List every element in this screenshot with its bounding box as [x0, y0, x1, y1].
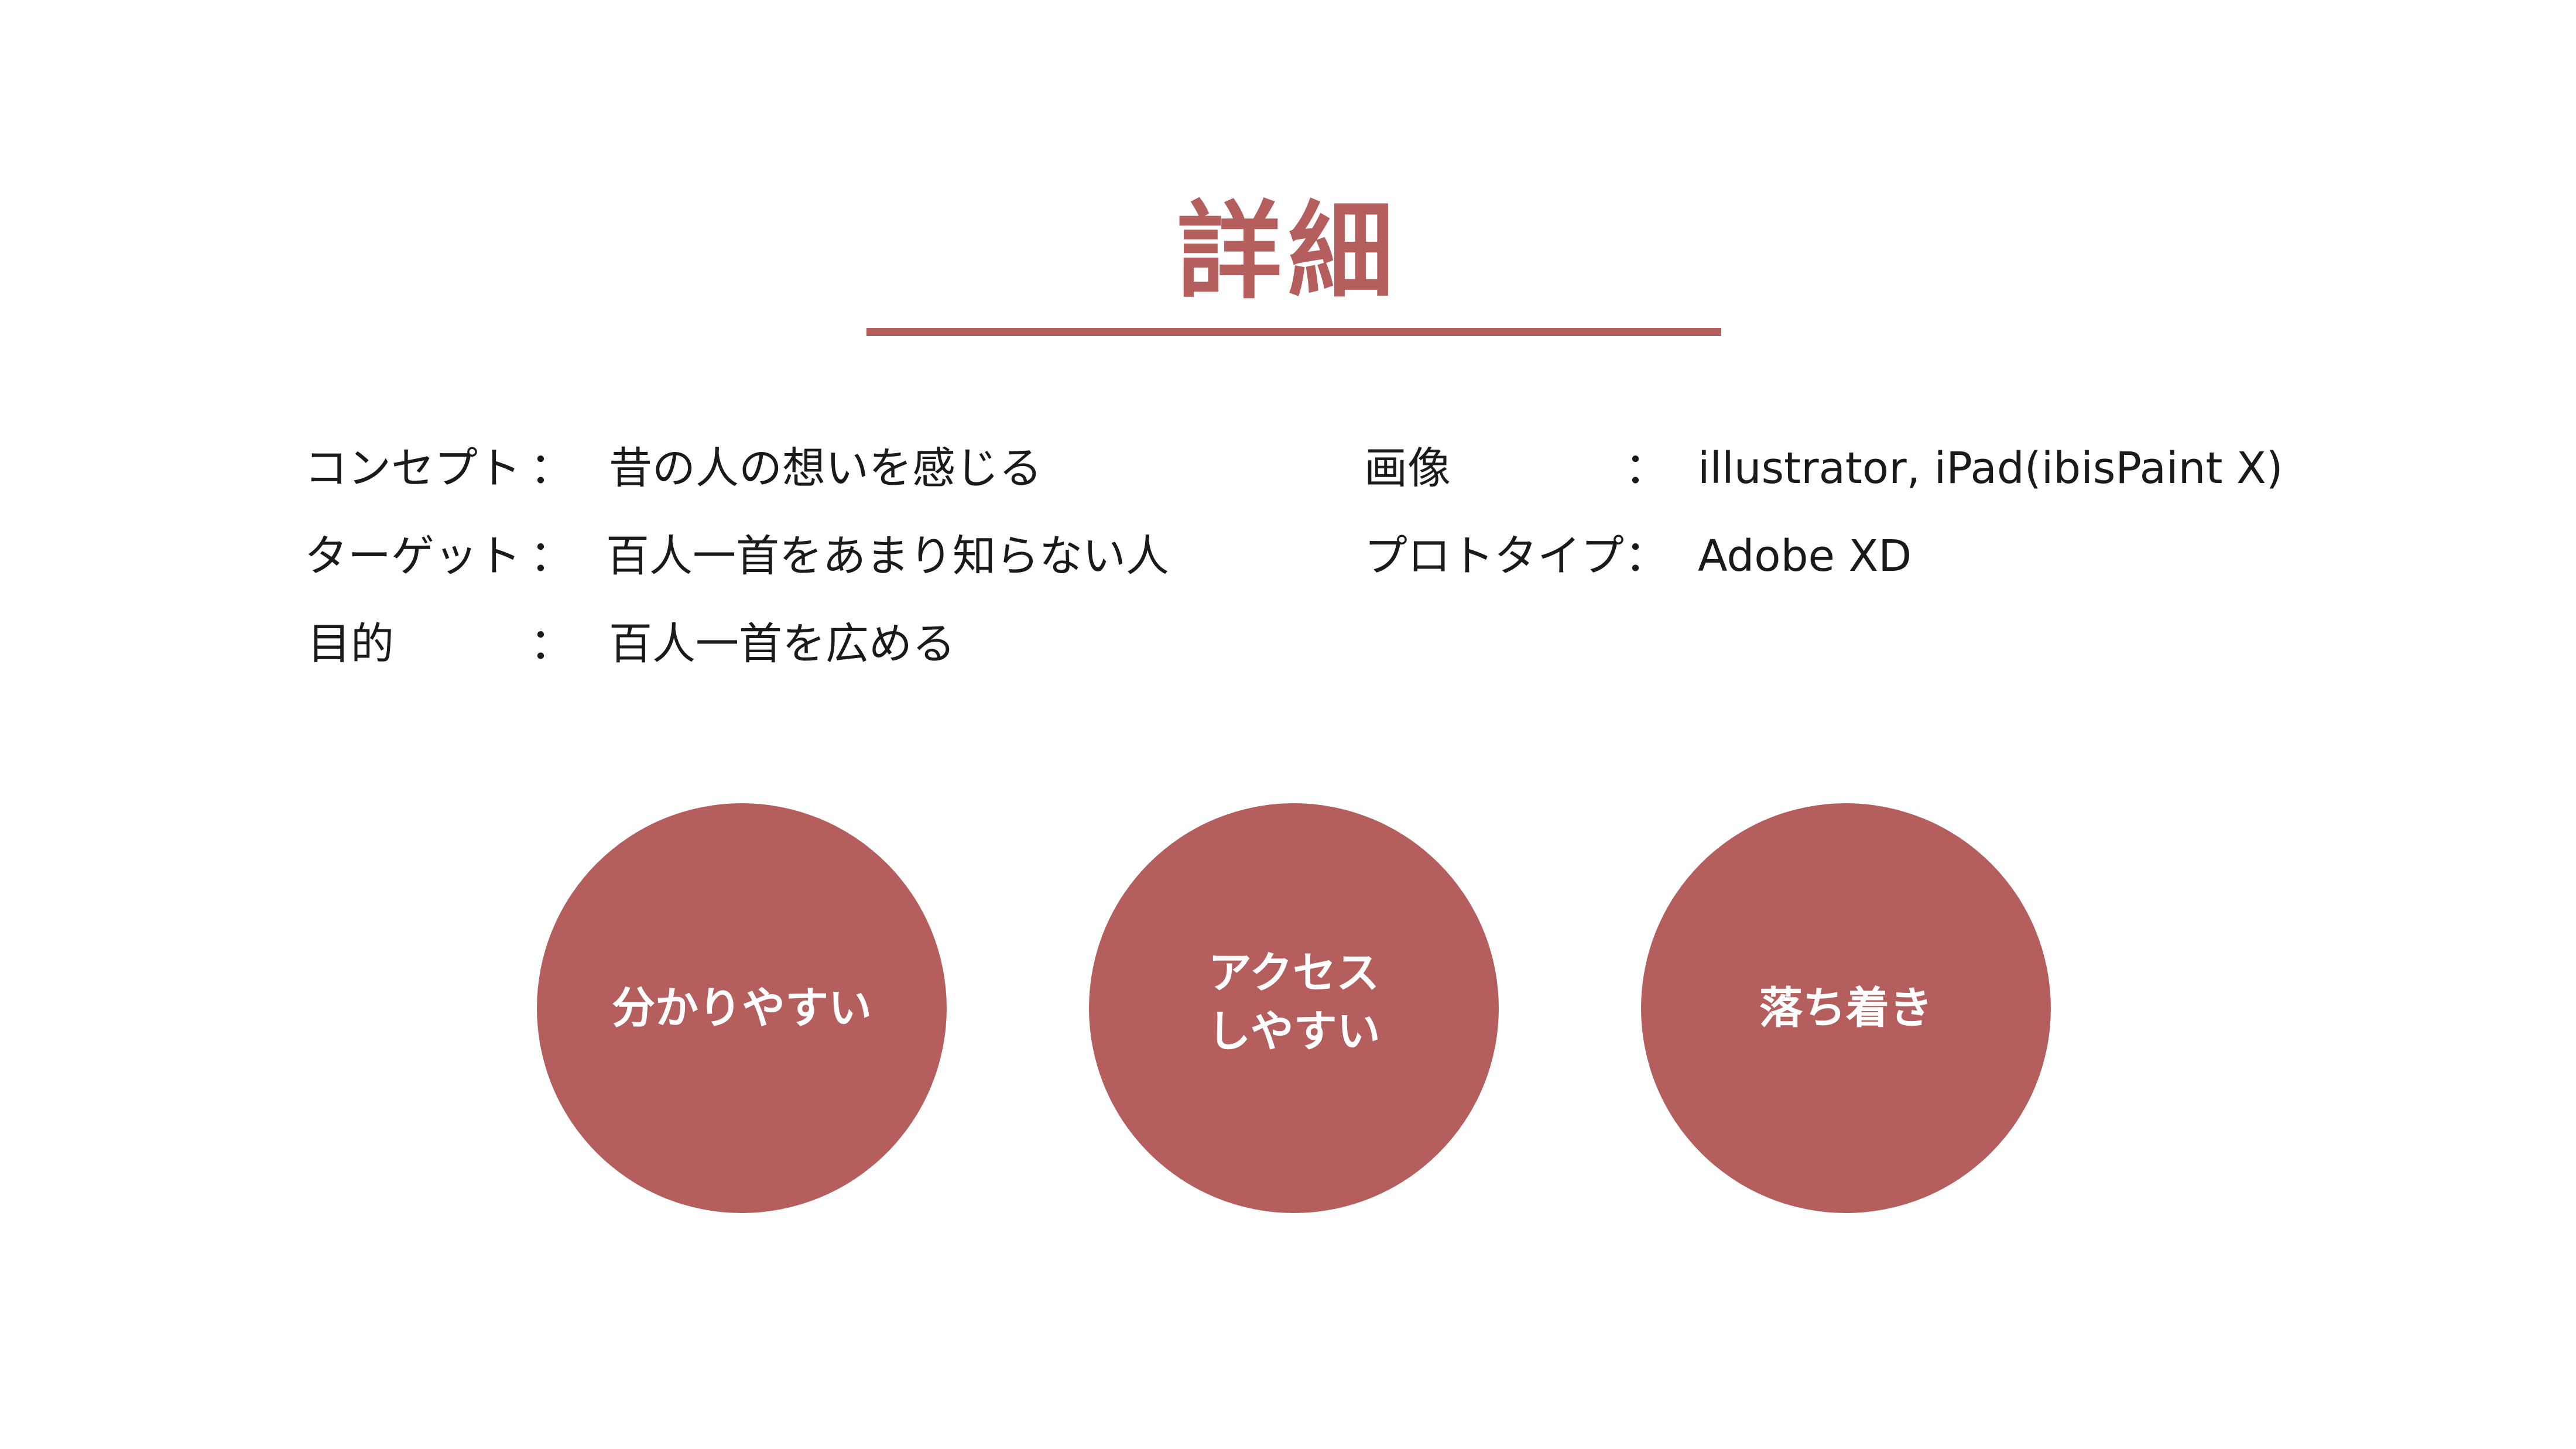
- info-right-value-image: illustrator, iPad(ibisPaint X): [1698, 443, 2283, 494]
- info-left-label-target: ターゲット: [304, 531, 521, 581]
- info-left-value-concept: 昔の人の想いを感じる: [609, 443, 1042, 494]
- info-right-colon-prototype: ：: [1625, 531, 1668, 581]
- info-right-label-image: 画像: [1364, 443, 1451, 494]
- info-right-value-prototype: Adobe XD: [1698, 531, 1912, 581]
- info-left-colon-purpose: ：: [530, 619, 573, 669]
- circle-label: 分かりやすい: [612, 979, 872, 1037]
- circle-label: 落ち着き: [1759, 979, 1933, 1037]
- info-left-label-purpose: 目的: [307, 619, 394, 669]
- info-left-colon-concept: ：: [530, 443, 573, 494]
- keyword-circle-accessible: アクセス しやすい: [1089, 803, 1499, 1213]
- circle-text-line: アクセス: [1208, 948, 1380, 998]
- info-left-value-target: 百人一首をあまり知らない人: [606, 531, 1169, 581]
- info-right-colon-image: ：: [1625, 443, 1668, 494]
- circle-text-line: 落ち着き: [1759, 983, 1933, 1033]
- circle-text-line: 分かりやすい: [612, 983, 872, 1033]
- info-right-label-prototype: プロトタイプ: [1364, 531, 1624, 581]
- keyword-circle-easy-to-understand: 分かりやすい: [537, 803, 947, 1213]
- circle-label: アクセス しやすい: [1207, 944, 1380, 1061]
- circle-text-line: しやすい: [1207, 1006, 1381, 1057]
- info-left-label-concept: コンセプト: [304, 443, 521, 494]
- page-title: 詳細: [1176, 190, 1399, 313]
- info-left-value-purpose: 百人一首を広める: [609, 619, 955, 669]
- info-left-colon-target: ：: [530, 531, 573, 581]
- title-underline: [866, 328, 1721, 336]
- keyword-circle-calm: 落ち着き: [1641, 803, 2051, 1213]
